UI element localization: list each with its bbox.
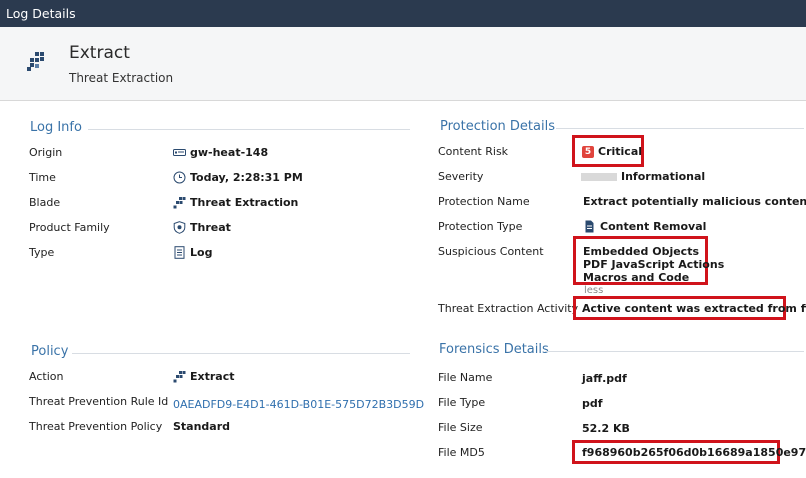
risk-level-badge: 5: [582, 145, 594, 158]
value-action: Extract: [173, 370, 235, 383]
label-protection-name: Protection Name: [438, 195, 530, 208]
label-origin: Origin: [29, 146, 63, 159]
extract-icon: [173, 370, 186, 383]
section-divider: [72, 353, 410, 354]
extract-icon: [173, 196, 186, 209]
value-file-size: 52.2 KB: [582, 422, 630, 435]
label-threat-extraction-activity: Threat Extraction Activity: [438, 302, 579, 315]
label-product-family: Product Family: [29, 221, 110, 234]
suspicious-item: PDF JavaScript Actions: [583, 258, 725, 271]
label-policy: Threat Prevention Policy: [29, 420, 163, 433]
section-divider: [88, 129, 410, 130]
shield-icon: [173, 221, 186, 234]
value-file-type: pdf: [582, 397, 603, 410]
value-content-risk: 5 Critical: [582, 145, 642, 158]
label-action: Action: [29, 370, 64, 383]
label-suspicious-content: Suspicious Content: [438, 245, 544, 258]
section-title-policy: Policy: [31, 344, 69, 359]
page-subtitle: Threat Extraction: [69, 71, 174, 85]
window-title: Log Details: [0, 0, 806, 27]
value-protection-type: Content Removal: [583, 220, 706, 233]
value-protection-name: Extract potentially malicious content: [583, 195, 806, 208]
label-blade: Blade: [29, 196, 61, 209]
log-header: Extract Threat Extraction: [0, 27, 806, 101]
label-protection-type: Protection Type: [438, 220, 523, 233]
value-blade: Threat Extraction: [173, 196, 298, 209]
less-link[interactable]: less: [584, 285, 603, 296]
document-icon: [583, 220, 596, 233]
section-title-log-info: Log Info: [30, 120, 82, 135]
value-product-family: Threat: [173, 221, 231, 234]
value-policy: Standard: [173, 420, 231, 433]
section-divider: [556, 128, 804, 129]
severity-bar: [581, 172, 617, 181]
value-file-md5: f968960b265f06d0b16689a1850e978d: [582, 446, 806, 459]
page-title: Extract: [69, 43, 130, 63]
rule-id-link[interactable]: 0AEADFD9-E4D1-461D-B01E-575D72B3D59D: [173, 398, 424, 411]
section-title-protection-details: Protection Details: [440, 119, 555, 134]
label-file-size: File Size: [438, 421, 483, 434]
label-rule-id: Threat Prevention Rule Id: [29, 395, 169, 408]
value-origin[interactable]: gw-heat-148: [173, 146, 268, 159]
section-divider: [545, 351, 804, 352]
suspicious-item: Embedded Objects: [583, 245, 700, 258]
label-file-name: File Name: [438, 371, 493, 384]
value-threat-extraction-activity: Active content was extracted from file: [582, 302, 806, 315]
label-time: Time: [29, 171, 56, 184]
label-type: Type: [29, 246, 55, 259]
gateway-icon: [173, 146, 186, 159]
label-content-risk: Content Risk: [438, 145, 509, 158]
log-icon: [173, 246, 186, 259]
extract-icon: [25, 50, 47, 72]
section-title-forensics-details: Forensics Details: [439, 342, 549, 357]
value-time: Today, 2:28:31 PM: [173, 171, 303, 184]
suspicious-item: Macros and Code: [583, 271, 690, 284]
value-type: Log: [173, 246, 212, 259]
label-file-md5: File MD5: [438, 446, 485, 459]
value-severity: Informational: [581, 170, 705, 183]
value-file-name: jaff.pdf: [582, 372, 627, 385]
clock-icon: [173, 171, 186, 184]
label-severity: Severity: [438, 170, 484, 183]
label-file-type: File Type: [438, 396, 486, 409]
